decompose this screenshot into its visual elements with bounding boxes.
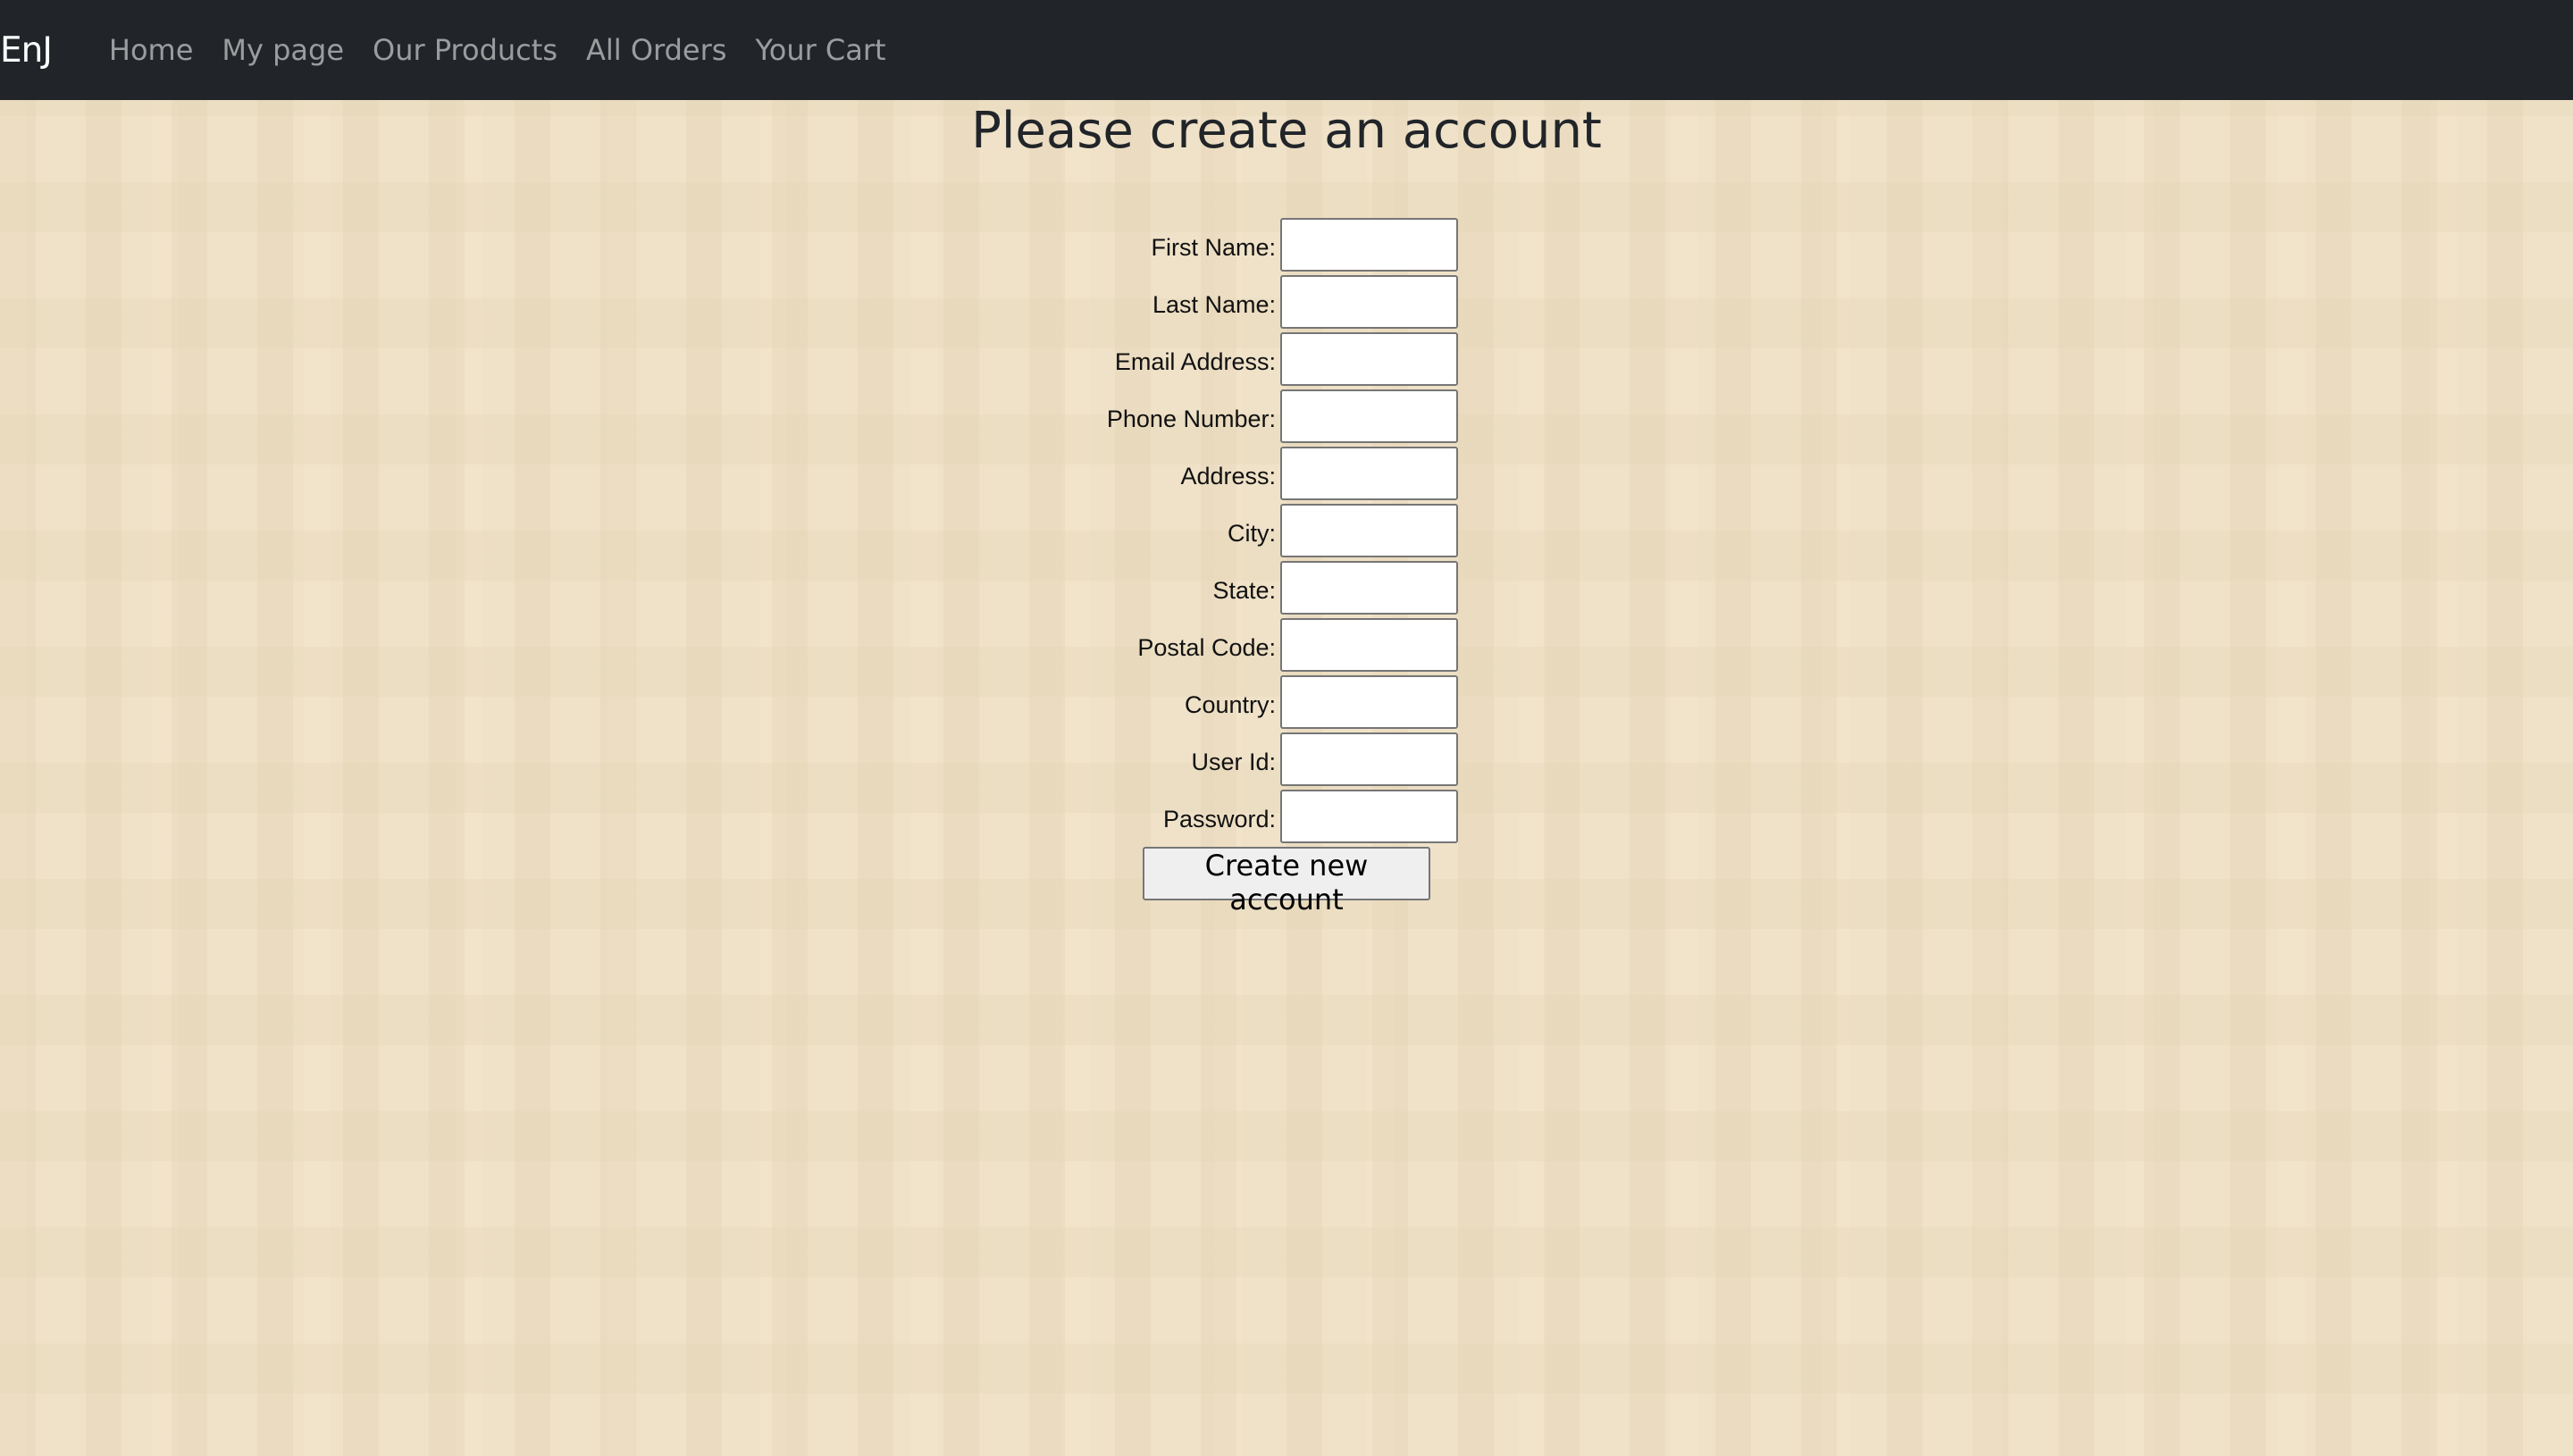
create-account-button[interactable]: Create new account <box>1143 847 1430 916</box>
page-title: Please create an account <box>971 102 1602 160</box>
nav-link-home[interactable]: Home <box>52 33 208 67</box>
nav-link-our-products[interactable]: Our Products <box>358 33 572 67</box>
form-row-state: State: <box>0 561 2573 618</box>
create-account-form: First Name: Last Name: Email Address: Ph… <box>0 218 2573 916</box>
country-field[interactable] <box>1280 675 1458 729</box>
form-row-user-id: User Id: <box>0 732 2573 790</box>
form-row-postal-code: Postal Code: <box>0 618 2573 675</box>
last-name-label: Last Name: <box>1152 291 1276 318</box>
phone-field[interactable] <box>1280 389 1458 443</box>
password-field[interactable] <box>1280 790 1458 843</box>
phone-label: Phone Number: <box>1106 406 1276 432</box>
form-row-password: Password: <box>0 790 2573 847</box>
postal-code-label: Postal Code: <box>1137 634 1276 661</box>
brand-logo[interactable]: EnJ <box>0 30 53 71</box>
form-row-email: Email Address: <box>0 332 2573 389</box>
first-name-label: First Name: <box>1151 234 1276 261</box>
last-name-field[interactable] <box>1280 275 1458 329</box>
form-row-submit: Create new account <box>0 847 2573 916</box>
email-label: Email Address: <box>1114 348 1276 375</box>
city-label: City: <box>1228 520 1276 547</box>
address-label: Address: <box>1180 463 1276 490</box>
form-row-address: Address: <box>0 447 2573 504</box>
first-name-field[interactable] <box>1280 218 1458 272</box>
country-label: Country: <box>1184 691 1276 718</box>
state-label: State: <box>1212 577 1276 604</box>
form-row-phone: Phone Number: <box>0 389 2573 447</box>
email-field[interactable] <box>1280 332 1458 386</box>
form-row-country: Country: <box>0 675 2573 732</box>
form-row-last-name: Last Name: <box>0 275 2573 332</box>
user-id-label: User Id: <box>1191 749 1276 775</box>
address-field[interactable] <box>1280 447 1458 500</box>
form-row-city: City: <box>0 504 2573 561</box>
nav-link-my-page[interactable]: My page <box>207 33 358 67</box>
top-navbar: EnJ Home My page Our Products All Orders… <box>0 0 2573 100</box>
city-field[interactable] <box>1280 504 1458 557</box>
state-field[interactable] <box>1280 561 1458 615</box>
nav-link-your-cart[interactable]: Your Cart <box>741 33 900 67</box>
user-id-field[interactable] <box>1280 732 1458 786</box>
password-label: Password: <box>1162 806 1276 833</box>
postal-code-field[interactable] <box>1280 618 1458 672</box>
nav-link-all-orders[interactable]: All Orders <box>572 33 741 67</box>
form-row-first-name: First Name: <box>0 218 2573 275</box>
nav-menu: Home My page Our Products All Orders You… <box>95 33 901 67</box>
